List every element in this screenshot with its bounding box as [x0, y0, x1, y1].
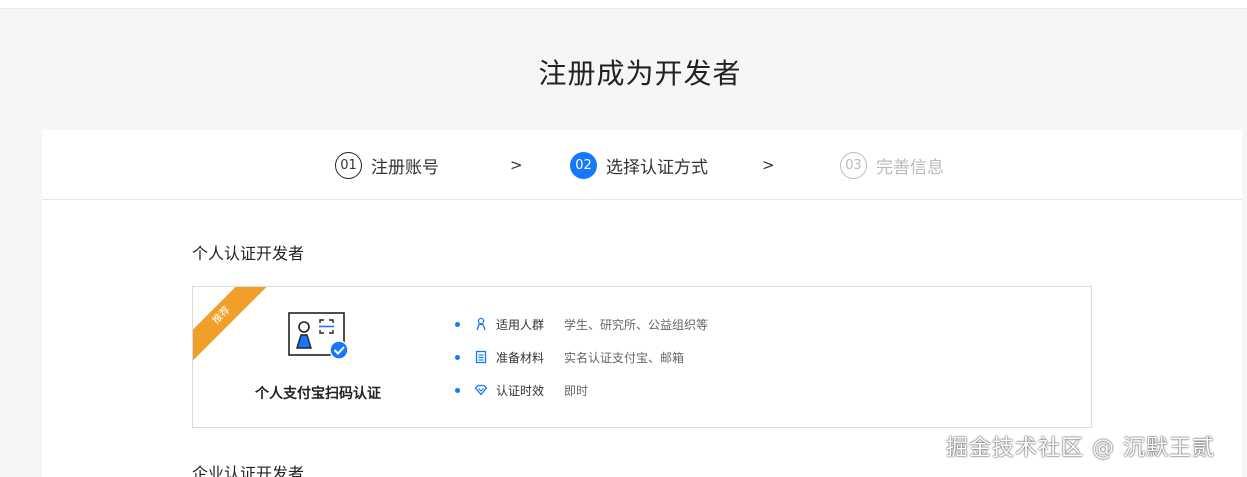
attr-value: 学生、研究所、公益组织等: [564, 317, 709, 332]
watermark: 掘金技术社区 @ 沉默王贰: [946, 436, 1215, 461]
document-icon: [474, 350, 488, 364]
step-separator: >: [510, 156, 523, 174]
recommend-ribbon: 推荐: [193, 287, 279, 373]
step-number: 01: [335, 151, 362, 179]
recommend-badge: 推荐: [193, 287, 276, 370]
step-label: 完善信息: [876, 157, 944, 178]
registration-card: 01 注册账号 > 02 选择认证方式 > 03 完善信息 个人认证开发者 推荐…: [42, 130, 1242, 477]
step-register-account: 01 注册账号: [335, 151, 439, 179]
step-separator: >: [762, 156, 775, 174]
personal-section-title: 个人认证开发者: [192, 244, 305, 263]
attr-value: 实名认证支付宝、邮箱: [564, 350, 685, 365]
bullet-dot: [455, 354, 460, 360]
step-label: 注册账号: [371, 157, 439, 178]
top-bar: [0, 0, 1247, 9]
bullet-dot: [455, 387, 460, 393]
page-title: 注册成为开发者: [538, 57, 742, 90]
step-indicator: 01 注册账号 > 02 选择认证方式 > 03 完善信息: [42, 130, 1242, 200]
attr-value: 即时: [564, 383, 589, 398]
person-icon: [474, 317, 488, 331]
step-label: 选择认证方式: [606, 157, 708, 178]
attr-key: 认证时效: [496, 383, 545, 398]
id-scan-icon: [288, 312, 349, 360]
personal-alipay-verification-option[interactable]: 推荐 个人支付宝扫码认证 适用人群 学生、研究所、公益组织等 准备材料 实名认证…: [192, 286, 1092, 428]
attr-key: 准备材料: [496, 350, 545, 365]
step-complete-info: 03 完善信息: [840, 151, 944, 179]
attr-timeliness: 认证时效 即时: [455, 381, 588, 399]
enterprise-section-title: 企业认证开发者: [192, 464, 305, 477]
attr-key: 适用人群: [496, 317, 545, 332]
bullet-dot: [455, 321, 460, 327]
step-number: 02: [570, 151, 597, 179]
diamond-icon: [474, 383, 488, 397]
attr-materials: 准备材料 实名认证支付宝、邮箱: [455, 348, 684, 366]
attr-target-audience: 适用人群 学生、研究所、公益组织等: [455, 315, 708, 333]
step-choose-verification: 02 选择认证方式: [570, 151, 708, 179]
step-number: 03: [840, 151, 867, 179]
option-title: 个人支付宝扫码认证: [255, 386, 381, 402]
